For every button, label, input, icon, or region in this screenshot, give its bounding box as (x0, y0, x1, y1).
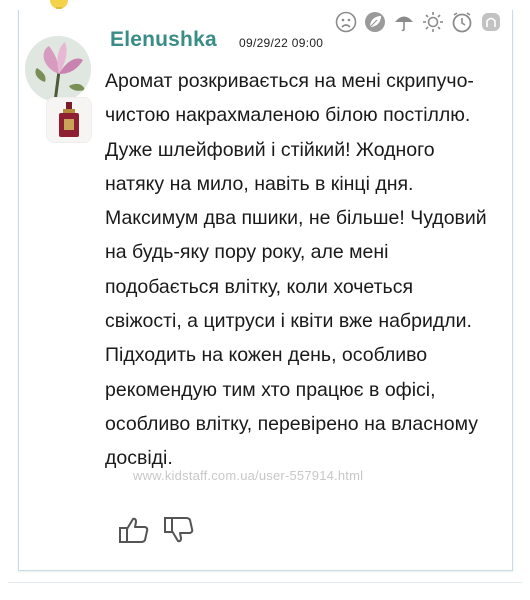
balloon-decoration-icon (50, 0, 68, 9)
review-text: Аромат розкривається на мені скрипучо- ч… (105, 70, 487, 470)
leaf-icon[interactable] (363, 10, 386, 33)
review-timestamp: 09/29/22 09:00 (239, 36, 324, 50)
watermark: www.kidstaff.com.ua/user-557914.html (133, 468, 364, 483)
username-link[interactable]: Elenushka (110, 28, 217, 52)
clock-icon[interactable] (450, 10, 473, 33)
sad-face-icon[interactable] (334, 10, 357, 33)
magnolia-image (25, 36, 91, 102)
rating-icons (334, 10, 502, 33)
profile-icon[interactable] (479, 10, 502, 33)
product-thumbnail[interactable] (46, 97, 92, 143)
perfume-bottle-icon (59, 102, 79, 137)
thumbs-up-icon[interactable] (118, 515, 150, 545)
sun-icon[interactable] (421, 10, 444, 33)
umbrella-icon[interactable] (392, 10, 415, 33)
avatar[interactable] (25, 36, 91, 102)
thumbs-down-icon[interactable] (163, 515, 195, 545)
divider (8, 582, 522, 583)
